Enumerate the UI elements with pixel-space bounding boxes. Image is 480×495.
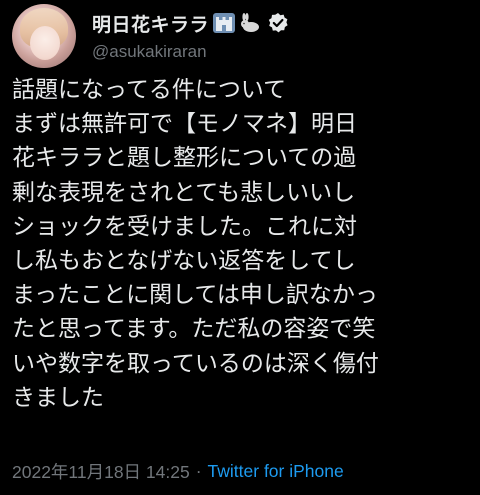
castle-icon <box>213 13 236 33</box>
tweet-text-line: 話題になってる件について <box>12 77 287 103</box>
tweet-text-line: いや数字を取っているのは深く傷付 <box>12 350 379 377</box>
tweet-card: 明日花キララ @asukakiraran 話題になってる件について まずは無許可… <box>0 0 480 495</box>
tweet-source-link[interactable]: Twitter for iPhone <box>208 461 344 482</box>
tweet-text-line: まったことに関しては申し訳なかっ <box>12 282 378 309</box>
avatar[interactable] <box>12 4 76 68</box>
tweet-meta: 2022年11月18日 14:25 · Twitter for iPhone <box>12 458 344 484</box>
verified-badge-icon[interactable] <box>267 12 289 34</box>
tweet-text-line: 花キララと題し整形についての過 <box>12 145 357 172</box>
tweet-timestamp[interactable]: 2022年11月18日 14:25 <box>12 459 190 484</box>
tweet-text-line: ショックを受けました。これに対 <box>12 213 357 240</box>
tweet-text-line: し私もおとなげない返答をしてし <box>12 247 356 274</box>
tweet-text-line: まずは無許可で【モノマネ】明日 <box>12 111 357 138</box>
tweet-text-line: 剰な表現をされとても悲しいいし <box>12 179 356 206</box>
tweet-header: 明日花キララ @asukakiraran <box>12 4 289 68</box>
display-name[interactable]: 明日花キララ <box>92 10 209 37</box>
meta-separator: · <box>195 460 202 481</box>
tweet-text: 話題になってる件について まずは無許可で【モノマネ】明日 花キララと題し整形につ… <box>12 73 474 415</box>
tweet-text-line: たと思ってます。ただ私の容姿で笑 <box>12 316 376 343</box>
author-names: 明日花キララ @asukakiraran <box>92 10 289 62</box>
user-handle[interactable]: @asukakiraran <box>92 42 289 62</box>
tweet-text-line: きました <box>12 384 104 411</box>
display-name-row[interactable]: 明日花キララ <box>92 10 289 36</box>
rabbit-icon <box>239 13 261 33</box>
